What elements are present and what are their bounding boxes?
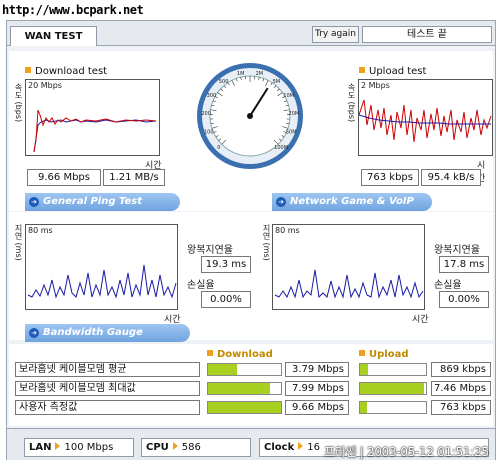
voip-loss-value: 0.00% (439, 291, 489, 308)
lan-chip: LAN 100 Mbps (24, 438, 134, 457)
voip-plot (274, 269, 424, 299)
arrow-right-icon: ➔ (29, 328, 39, 338)
gauge-tick-label: 200 (201, 111, 211, 117)
upload-plot (358, 99, 492, 143)
voip-rtt-value: 17.8 ms (439, 256, 489, 273)
bw-upload-bar (359, 401, 427, 414)
bw-download-bar (207, 401, 282, 414)
ping-graph: 80 ms (25, 224, 178, 310)
download-graph: 20 Mbps (25, 79, 160, 156)
bw-row-label: 사용자 측정값 (15, 400, 200, 415)
speed-gauge: 0 100 200 300 500 1M 2M 5M 10M 20M 50M 100M (195, 61, 305, 171)
tab-wan-test[interactable]: WAN TEST (10, 26, 97, 46)
arrow-right-icon (55, 442, 61, 450)
bw-download-value: 7.99 Mbps (285, 381, 349, 396)
bw-download-value: 9.66 Mbps (285, 400, 349, 415)
bw-download-fill (208, 364, 238, 375)
upload-title: Upload test (359, 66, 426, 77)
download-scale: 20 Mbps (28, 81, 62, 90)
lan-label: LAN (29, 442, 52, 453)
general-ping-test-button[interactable]: ➔ General Ping Test (25, 193, 180, 211)
throughput-panel: Download test 속도 (bps) 20 Mbps 시간 9.66 M… (9, 51, 493, 211)
gauge-tick-label: 50M (286, 129, 297, 135)
bw-download-title: Download (207, 349, 273, 360)
bw-upload-fill (360, 402, 367, 413)
lan-value: 100 Mbps (64, 442, 114, 453)
gauge-tick-label: 1M (237, 71, 245, 77)
bw-upload-value: 7.46 Mbps (431, 381, 491, 396)
bandwidth-gauge-button[interactable]: ➔ Bandwidth Gauge (25, 324, 190, 342)
bw-upload-value: 869 kbps (431, 362, 491, 377)
cpu-value: 586 (181, 442, 201, 453)
ping-ylabel: 지연 (ms) (14, 224, 23, 261)
upload-kbs: 95.4 kB/s (421, 169, 481, 186)
ping-panel: 지연 (ms) 80 ms 시간 왕복지연율 19.3 ms 손실율 0.00%… (9, 212, 493, 340)
gauge-dial: 0 100 200 300 500 1M 2M 5M 10M 20M 50M 100M (197, 63, 303, 169)
upload-ylabel: 속도 (bps) (347, 83, 356, 123)
speed-test-window: WAN TEST Try again 테스트 끝 Download test 속… (6, 20, 496, 460)
bw-upload-bar (359, 363, 427, 376)
top-bar: WAN TEST Try again 테스트 끝 (7, 21, 495, 46)
voip-rtt-label: 왕복지연율 (434, 245, 480, 256)
download-title: Download test (25, 66, 107, 77)
bw-upload-fill (360, 383, 425, 394)
bw-download-fill (208, 383, 271, 394)
gauge-tick-label: 500 (219, 79, 229, 85)
voip-test-button[interactable]: ➔Network Game & VoIP Test (272, 193, 432, 225)
upload-scale: 2 Mbps (361, 81, 390, 90)
gauge-tick-label: 300 (207, 93, 217, 99)
ping-rtt-label: 왕복지연율 (187, 245, 233, 256)
watermark-url: http://www.bcpark.net (2, 3, 144, 17)
bw-download-value: 3.79 Mbps (285, 362, 349, 377)
ping-scale: 80 ms (28, 226, 53, 235)
cpu-chip: CPU 586 (141, 438, 251, 457)
bw-download-bar (207, 363, 282, 376)
general-ping-label: General Ping Test (43, 196, 143, 207)
ping-loss-label: 손실율 (187, 280, 215, 291)
download-mbps: 9.66 Mbps (27, 169, 101, 186)
arrow-right-icon: ➔ (276, 197, 286, 207)
voip-loss-label: 손실율 (434, 280, 462, 291)
status-field: 테스트 끝 (362, 26, 492, 43)
gauge-tick-label: 20M (289, 111, 300, 117)
gauge-tick-label: 5M (273, 79, 281, 85)
gauge-tick-label: 10M (283, 93, 294, 99)
bandwidth-panel: Download Upload 보라홈넷 케이블모뎀 평균 3.79 Mbps 86… (9, 344, 493, 426)
ping-rtt-value: 19.3 ms (201, 256, 251, 273)
voip-ylabel: 지연 (ms) (262, 224, 271, 261)
bw-download-fill (208, 402, 281, 413)
watermark-bottom: 프라쎈 | 2003-05-12 01:51:25 (324, 445, 489, 459)
ping-loss-value: 0.00% (201, 291, 251, 308)
bw-upload-fill (360, 364, 368, 375)
gauge-tick-label: 100 (204, 129, 214, 135)
download-ylabel: 속도 (bps) (14, 83, 23, 123)
bandwidth-label: Bandwidth Gauge (43, 327, 143, 338)
upload-kbps: 763 kbps (361, 169, 419, 186)
bw-row-label: 보라홈넷 케이블모뎀 평균 (15, 362, 200, 377)
voip-time-label: 시간 (412, 315, 429, 325)
arrow-right-icon (172, 442, 178, 450)
clock-value: 16 (307, 442, 320, 453)
gauge-tick-label: 0 (217, 145, 220, 151)
voip-graph: 80 ms (272, 224, 425, 310)
download-mbs: 1.21 MB/s (103, 169, 165, 186)
voip-scale: 80 ms (275, 226, 300, 235)
bw-download-bar (207, 382, 282, 395)
upload-graph: 2 Mbps (358, 79, 493, 156)
gauge-tick-label: 100M (274, 145, 288, 151)
arrow-right-icon: ➔ (29, 197, 39, 207)
bw-row-label: 보라홈넷 케이블모뎀 최대값 (15, 381, 200, 396)
clock-label: Clock (264, 442, 295, 453)
bw-upload-title: Upload (359, 349, 408, 360)
bw-upload-bar (359, 382, 427, 395)
try-again-button[interactable]: Try again (312, 26, 359, 43)
cpu-label: CPU (146, 442, 169, 453)
gauge-tick-label: 2M (256, 71, 264, 77)
arrow-right-icon (298, 442, 304, 450)
bw-upload-value: 763 kbps (431, 400, 491, 415)
download-plot (33, 109, 157, 153)
ping-plot (27, 264, 177, 299)
